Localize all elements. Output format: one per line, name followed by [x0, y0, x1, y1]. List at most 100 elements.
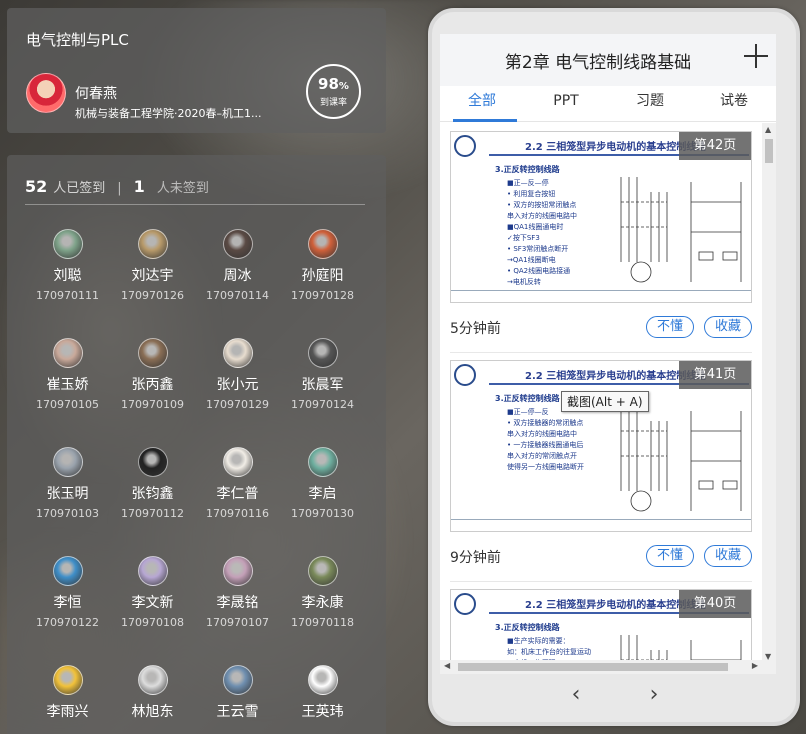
slide-timestamp: 5分钟前	[450, 321, 501, 337]
vertical-scrollbar[interactable]: ▲ ▼	[762, 123, 776, 663]
slide-feed[interactable]: 2.2 三相笼型异步电动机的基本控制线路 3.正反转控制线路 ■正—反—停 • 利用复…	[440, 123, 760, 663]
student-item: 周冰 170970114	[195, 229, 280, 302]
student-item: 王英玮	[280, 665, 365, 725]
student-name: 刘聪	[53, 268, 82, 284]
student-avatar	[52, 665, 83, 695]
slide-bullet: 如：机床工作台的往复运动	[507, 648, 591, 656]
student-name: 李启	[308, 486, 337, 502]
phone-frame: 第2章 电气控制线路基础 全部 PPT 习题 试卷 2.2 三相笼型异步电动机的…	[428, 8, 800, 726]
circuit-diagram	[620, 406, 742, 512]
vertical-scroll-thumb[interactable]	[765, 139, 773, 163]
university-logo-icon	[454, 364, 476, 386]
student-id: 170970130	[291, 507, 354, 520]
student-id: 170970112	[121, 507, 184, 520]
slide-thumbnail[interactable]: 2.2 三相笼型异步电动机的基本控制线路 3.正反转控制线路 ■正—反—停 • 利用复…	[450, 131, 752, 303]
horizontal-scrollbar[interactable]: ◀ ▶	[440, 660, 776, 674]
student-item: 张小元 170970129	[195, 338, 280, 411]
student-name: 李晟铭	[216, 595, 259, 611]
slide-timestamp: 9分钟前	[450, 550, 501, 566]
student-avatar	[307, 556, 338, 586]
slide-bullet: 串入对方的常闭触点开	[507, 452, 577, 460]
scroll-right-icon[interactable]: ▶	[752, 661, 758, 670]
slide-meta-row: 9分钟前 不懂 收藏	[450, 532, 752, 582]
student-item: 张晨军 170970124	[280, 338, 365, 411]
slide-footer	[451, 519, 751, 531]
student-id: 170970124	[291, 398, 354, 411]
student-item: 李晟铭 170970107	[195, 556, 280, 629]
tab-all[interactable]: 全部	[440, 86, 524, 122]
teacher-name: 何春燕	[75, 86, 117, 102]
student-item: 李文新 170970108	[110, 556, 195, 629]
student-item: 张钧鑫 170970112	[110, 447, 195, 520]
tab-ppt[interactable]: PPT	[524, 86, 608, 122]
student-name: 王英玮	[301, 704, 344, 720]
attendance-rate-badge: 98% 到课率	[306, 64, 361, 119]
scroll-up-icon[interactable]: ▲	[765, 125, 771, 134]
student-name: 李永康	[301, 595, 344, 611]
student-name: 林旭东	[131, 704, 174, 720]
student-item: 李永康 170970118	[280, 556, 365, 629]
horizontal-scroll-thumb[interactable]	[458, 663, 728, 671]
student-avatar	[222, 338, 253, 368]
attendance-rate-value: 98%	[318, 75, 349, 93]
slide-bullets: ■正—反—停 • 利用复合按钮 • 双方的按钮常闭触点 串入对方的线圈电路中 ■QA1…	[507, 178, 617, 288]
student-name: 张丙鑫	[131, 377, 174, 393]
student-avatar	[52, 229, 83, 259]
tab-exercises[interactable]: 习题	[608, 86, 692, 122]
student-name: 李恒	[53, 595, 82, 611]
student-id: 170970109	[121, 398, 184, 411]
attendance-card: 52 人已签到 | 1 人未签到 刘聪 170970111 刘达宇 170970126 周冰 17…	[7, 155, 386, 734]
circuit-diagram	[620, 177, 742, 283]
slide-item[interactable]: 2.2 三相笼型异步电动机的基本控制线路 3.正反转控制线路 ■正—反—停 • 利用复…	[450, 131, 752, 353]
student-avatar	[222, 447, 253, 477]
slide-footer	[451, 290, 751, 302]
favorite-button[interactable]: 收藏	[704, 545, 752, 567]
student-id: 170970118	[291, 616, 354, 629]
prev-chevron-icon[interactable]: ‹	[564, 682, 588, 707]
slide-bullets: ■正—停—反 • 双方接触器的常闭触点 串入对方的线圈电路中 • 一方接触器线圈通电…	[507, 407, 617, 473]
student-avatar	[222, 229, 253, 259]
student-item: 李恒 170970122	[25, 556, 110, 629]
student-id: 170970103	[36, 507, 99, 520]
page-number-badge: 第40页	[679, 590, 751, 618]
summary-separator: |	[117, 181, 122, 196]
student-id: 170970122	[36, 616, 99, 629]
student-item: 王云雪	[195, 665, 280, 725]
student-avatar	[222, 556, 253, 586]
next-chevron-icon[interactable]: ›	[642, 682, 666, 707]
student-id: 170970129	[206, 398, 269, 411]
slide-thumbnail[interactable]: 2.2 三相笼型异步电动机的基本控制线路 3.正反转控制线路 ■正—停—反 • 双方接…	[450, 360, 752, 532]
chapter-title: 第2章 电气控制线路基础	[504, 53, 692, 73]
page-number-badge: 第42页	[679, 132, 751, 160]
student-avatar	[307, 229, 338, 259]
content-tabs: 全部 PPT 习题 试卷	[440, 86, 776, 122]
student-name: 张玉明	[46, 486, 89, 502]
favorite-button[interactable]: 收藏	[704, 316, 752, 338]
student-avatar	[52, 447, 83, 477]
slide-bullet: • SF3常闭触点断开	[507, 245, 569, 253]
student-avatar	[307, 665, 338, 695]
slide-bullet: ■QA1线圈通电时	[507, 223, 564, 231]
student-name: 张小元	[216, 377, 259, 393]
student-item: 刘聪 170970111	[25, 229, 110, 302]
slide-item[interactable]: 2.2 三相笼型异步电动机的基本控制线路 3.正反转控制线路 ■生产实际的需要： 如…	[450, 589, 752, 663]
student-avatar	[222, 665, 253, 695]
tab-exams[interactable]: 试卷	[692, 86, 776, 122]
student-avatar	[307, 447, 338, 477]
attendance-rate-label: 到课率	[319, 98, 347, 108]
student-id: 170970126	[121, 289, 184, 302]
slide-bullet: • 双方的按钮常闭触点	[507, 201, 577, 209]
dont-understand-button[interactable]: 不懂	[646, 545, 694, 567]
scroll-left-icon[interactable]: ◀	[444, 661, 450, 670]
student-name: 李文新	[131, 595, 174, 611]
add-icon[interactable]	[744, 44, 768, 68]
student-avatar	[137, 665, 168, 695]
slide-bullet: ✓按下SF3	[507, 234, 540, 242]
slide-item[interactable]: 2.2 三相笼型异步电动机的基本控制线路 3.正反转控制线路 ■正—停—反 • 双方接…	[450, 360, 752, 582]
student-name: 李雨兴	[46, 704, 89, 720]
dont-understand-button[interactable]: 不懂	[646, 316, 694, 338]
slide-bullet: →QA1线圈断电	[507, 256, 556, 264]
slide-thumbnail[interactable]: 2.2 三相笼型异步电动机的基本控制线路 3.正反转控制线路 ■生产实际的需要： 如…	[450, 589, 752, 663]
screenshot-tooltip: 截图(Alt + A)	[561, 391, 649, 412]
teacher-department: 机械与装备工程学院·2020春–机工1...	[75, 107, 262, 120]
